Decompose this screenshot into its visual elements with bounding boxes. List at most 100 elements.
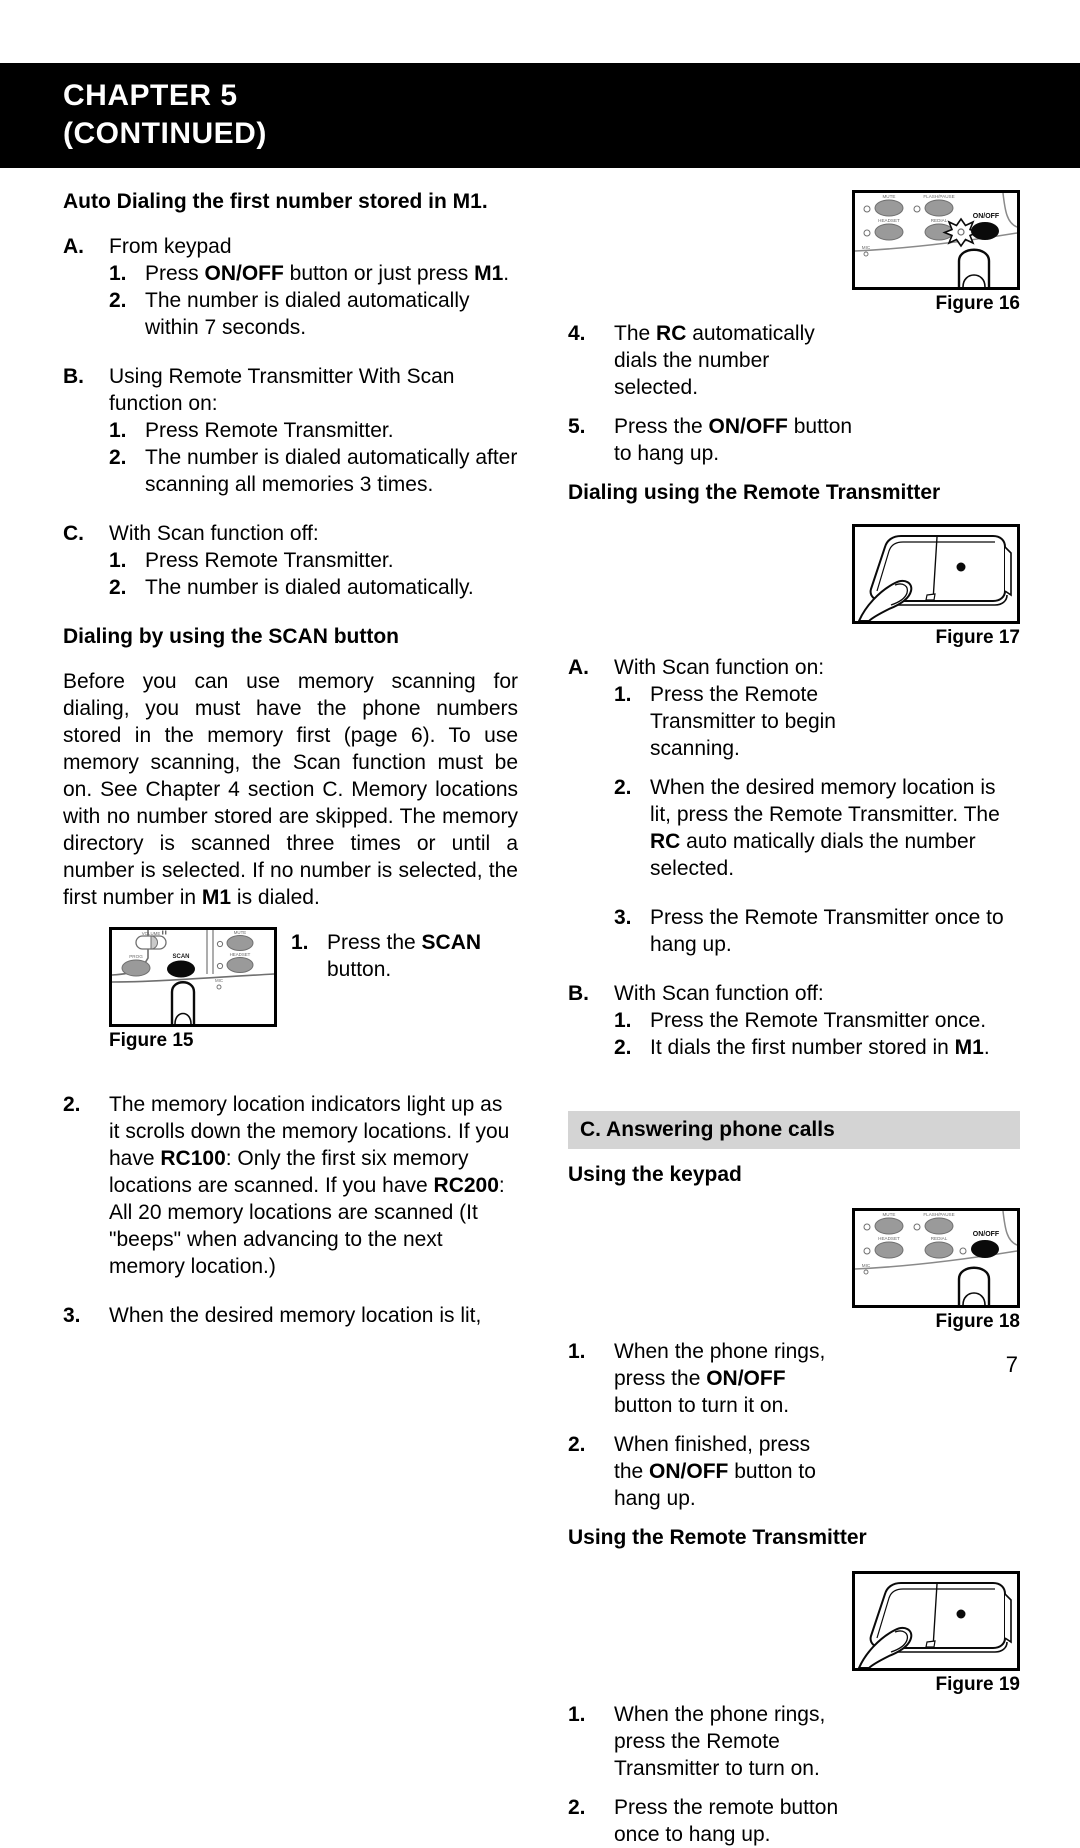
- list-item-4: 4. The RC automatically dials the number…: [568, 320, 858, 401]
- list-text: When the phone rings, press the ON/OFF b…: [614, 1340, 826, 1417]
- list-marker: 2.: [568, 1796, 586, 1819]
- svg-text:HEADSET: HEADSET: [230, 952, 251, 957]
- page-number: 7: [1005, 1352, 1018, 1377]
- figure-19-image: [852, 1571, 1020, 1671]
- list-text: The number is dialed automatically withi…: [145, 289, 470, 339]
- paragraph-scan-intro: Before you can use memory scanning for d…: [63, 670, 518, 909]
- list-text: The RC automatically dials the number se…: [614, 322, 815, 399]
- list-item-keypad-1: 1. When the phone rings, press the ON/OF…: [568, 1338, 840, 1419]
- figure-15: VOLUME PROG SCAN MUTE HEADSET MIC Figure…: [109, 927, 277, 1053]
- chapter-title-line2: (CONTINUED): [63, 117, 267, 150]
- list-marker: 2.: [568, 1433, 586, 1456]
- svg-text:ON/OFF: ON/OFF: [973, 1231, 1000, 1238]
- chapter-title-line1: CHAPTER 5: [63, 79, 238, 112]
- svg-text:HEADSET: HEADSET: [878, 218, 900, 223]
- list-marker: A.: [63, 235, 84, 258]
- list-text: The number is dialed automatically after…: [145, 446, 518, 496]
- list-text: From keypad: [109, 235, 232, 258]
- phone-base-answer-illustration: MUTE FLASH/PAUSE HEADSET REDIAL MIC ON/O…: [855, 1211, 1017, 1305]
- list-item-remote-answer-2: 2. Press the remote button once to hang …: [568, 1794, 840, 1848]
- list-item-scan-2: 2. The memory location indicators light …: [63, 1091, 518, 1280]
- list-marker: A.: [568, 656, 589, 679]
- list-text: Press the Remote Transmitter once to han…: [650, 906, 1004, 956]
- list-text: The memory location indicators light up …: [109, 1093, 510, 1278]
- list-text: When the desired memory location is lit,: [109, 1304, 482, 1327]
- list-marker: B.: [63, 365, 84, 388]
- svg-text:MUTE: MUTE: [234, 930, 247, 935]
- list-text: Using Remote Transmitter With Scan funct…: [109, 365, 455, 415]
- list-marker: 2.: [109, 446, 127, 469]
- heading-dialing-remote-transmitter: Dialing using the Remote Transmitter: [568, 481, 941, 504]
- list-item-b1: 1. Press Remote Transmitter.: [109, 417, 518, 444]
- list-marker: 1.: [614, 683, 632, 706]
- heading-auto-dialing: Auto Dialing the first number stored in …: [63, 190, 488, 213]
- remote-transmitter-illustration: [857, 535, 1012, 621]
- list-marker: 2.: [614, 776, 632, 799]
- list-marker: 2.: [109, 289, 127, 312]
- svg-text:HEADSET: HEADSET: [878, 1236, 900, 1241]
- chapter-header-band: CHAPTER 5 (CONTINUED): [0, 63, 1080, 168]
- list-item-a2: 2. The number is dialed automatically wi…: [109, 287, 518, 341]
- svg-text:FLASH/PAUSE: FLASH/PAUSE: [923, 1212, 954, 1217]
- list-item-remote-b2: 2. It dials the first number stored in M…: [614, 1034, 1020, 1061]
- list-item-c1: 1. Press Remote Transmitter.: [109, 547, 518, 574]
- list-item-b: B. Using Remote Transmitter With Scan fu…: [63, 363, 518, 417]
- list-marker: B.: [568, 982, 589, 1005]
- list-text: When the desired memory location is lit,…: [650, 776, 1000, 880]
- list-text: Press Remote Transmitter.: [145, 549, 394, 572]
- svg-text:REDIAL: REDIAL: [931, 1236, 948, 1241]
- list-marker: 1.: [109, 549, 127, 572]
- svg-text:MIC: MIC: [862, 245, 871, 250]
- figure-16: MUTE FLASH/PAUSE HEADSET REDIAL MIC ON/O…: [852, 190, 1020, 316]
- svg-text:REDIAL: REDIAL: [931, 218, 948, 223]
- figure-16-caption: Figure 16: [935, 293, 1020, 314]
- list-item-keypad-2: 2. When finished, press the ON/OFF butto…: [568, 1431, 840, 1512]
- list-item-a1: 1. Press ON/OFF button or just press M1.: [109, 260, 518, 287]
- figure-18: MUTE FLASH/PAUSE HEADSET REDIAL MIC ON/O…: [852, 1208, 1020, 1334]
- list-marker: 2.: [63, 1093, 81, 1116]
- list-item-remote-answer-1: 1. When the phone rings, press the Remot…: [568, 1701, 840, 1782]
- list-marker: 3.: [63, 1304, 81, 1327]
- list-marker: 3.: [614, 906, 632, 929]
- list-marker: 1.: [614, 1009, 632, 1032]
- list-text: Press Remote Transmitter.: [145, 419, 394, 442]
- heading-using-remote-transmitter: Using the Remote Transmitter: [568, 1526, 867, 1549]
- figure-17: Figure 17: [852, 524, 1020, 650]
- phone-base-onoff-illustration: MUTE FLASH/PAUSE HEADSET REDIAL MIC ON/O…: [855, 193, 1017, 287]
- list-text: Press ON/OFF button or just press M1.: [145, 262, 510, 285]
- list-item-b2: 2. The number is dialed automatically af…: [109, 444, 518, 498]
- list-marker: 1.: [109, 262, 127, 285]
- svg-text:MUTE: MUTE: [882, 1212, 895, 1217]
- svg-text:MIC: MIC: [215, 978, 223, 983]
- list-text: Press the Remote Transmitter to begin sc…: [650, 683, 836, 760]
- list-marker: 5.: [568, 415, 586, 438]
- right-column: MUTE FLASH/PAUSE HEADSET REDIAL MIC ON/O…: [568, 188, 1020, 1848]
- list-text: Press the Remote Transmitter once.: [650, 1009, 987, 1032]
- figure-18-image: MUTE FLASH/PAUSE HEADSET REDIAL MIC ON/O…: [852, 1208, 1020, 1308]
- list-item-scan-3: 3. When the desired memory location is l…: [63, 1302, 518, 1329]
- list-marker: 2.: [109, 576, 127, 599]
- left-column: Auto Dialing the first number stored in …: [63, 188, 518, 1329]
- section-header-answering-calls: C. Answering phone calls: [568, 1111, 1020, 1149]
- list-item-remote-b1: 1. Press the Remote Transmitter once.: [614, 1007, 1020, 1034]
- list-marker: C.: [63, 522, 84, 545]
- figure-19-caption: Figure 19: [935, 1674, 1020, 1695]
- svg-text:ON/OFF: ON/OFF: [973, 213, 1000, 220]
- list-marker: 1.: [568, 1703, 586, 1726]
- list-item-remote-a: A. With Scan function on:: [568, 654, 840, 681]
- svg-text:MUTE: MUTE: [882, 194, 895, 199]
- list-text: With Scan function on:: [614, 656, 825, 679]
- list-item-c2: 2. The number is dialed automatically.: [109, 574, 518, 601]
- list-item-remote-a1: 1. Press the Remote Transmitter to begin…: [614, 681, 840, 762]
- remote-transmitter-answer-illustration: [857, 1582, 1012, 1668]
- phone-base-scan-illustration: VOLUME PROG SCAN MUTE HEADSET MIC: [112, 930, 274, 1024]
- list-item-5: 5. Press the ON/OFF button to hang up.: [568, 413, 858, 467]
- svg-text:VOLUME: VOLUME: [142, 931, 161, 936]
- list-marker: 1.: [109, 419, 127, 442]
- list-item-remote-a2: 2. When the desired memory location is l…: [614, 774, 1020, 882]
- figure-15-caption: Figure 15: [109, 1030, 194, 1051]
- list-text: When the phone rings, press the Remote T…: [614, 1703, 826, 1780]
- heading-dialing-scan: Dialing by using the SCAN button: [63, 625, 400, 648]
- heading-using-keypad: Using the keypad: [568, 1163, 742, 1186]
- svg-text:MIC: MIC: [862, 1263, 871, 1268]
